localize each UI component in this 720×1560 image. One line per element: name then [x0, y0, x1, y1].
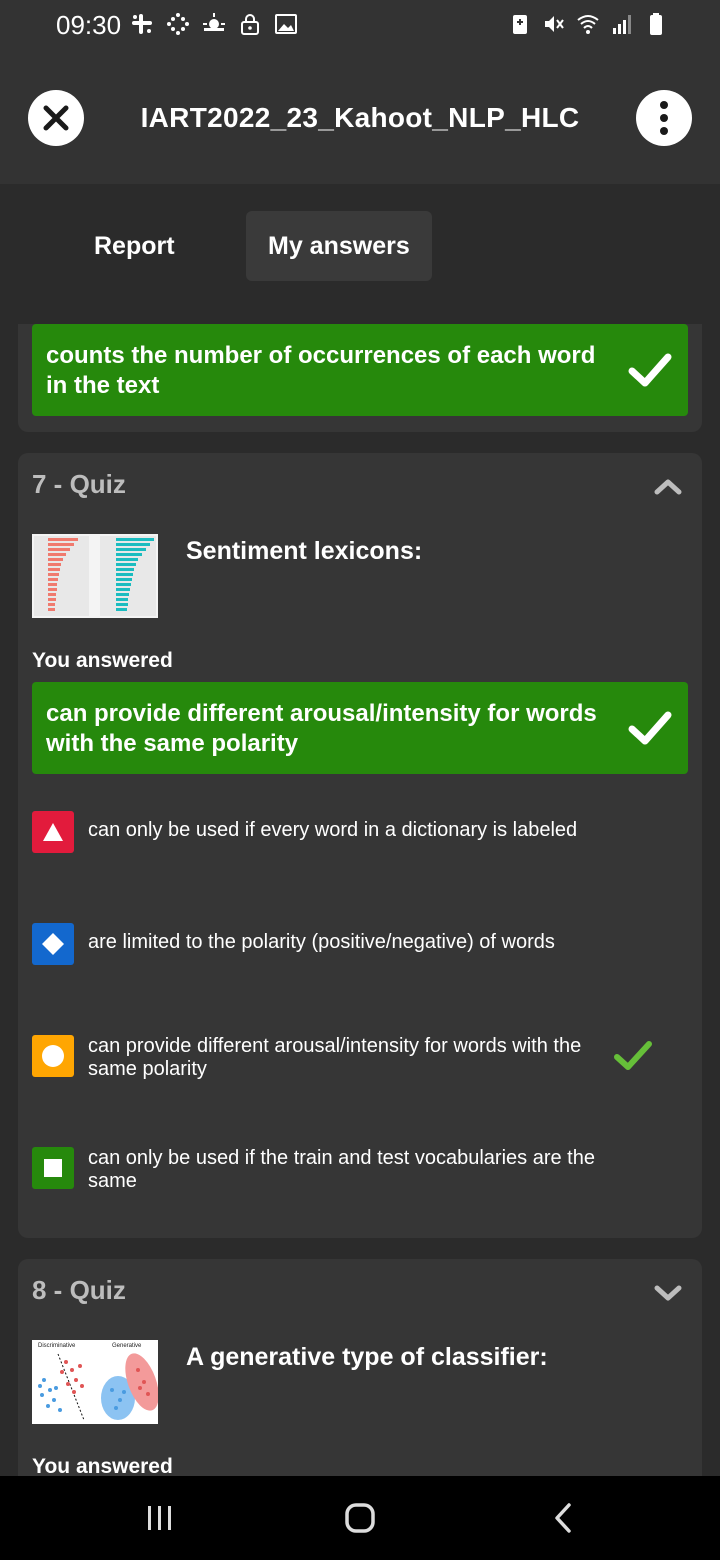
chevron-down-icon[interactable] — [654, 1279, 682, 1307]
answer-option-circle: can provide different arousal/intensity … — [32, 1035, 682, 1085]
weather-icon — [203, 13, 225, 31]
tab-report[interactable]: Report — [72, 211, 197, 281]
page-title: IART2022_23_Kahoot_NLP_HLC — [140, 102, 580, 133]
back-icon[interactable] — [544, 1498, 584, 1538]
your-answer-text: can provide different arousal/intensity … — [46, 700, 597, 757]
status-bar: 09:30 — [0, 0, 720, 52]
wifi-icon — [577, 15, 599, 34]
thumb-label-discriminative: Discriminative — [38, 1343, 76, 1349]
triangle-icon — [32, 811, 74, 853]
quiz-header: 8 - Quiz — [32, 1275, 126, 1305]
tabs-bar: Report My answers — [0, 184, 720, 324]
classifier-diagram-thumbnail: Discriminative Generative — [32, 1340, 158, 1424]
status-right-icons — [508, 12, 668, 36]
more-vertical-icon — [660, 101, 668, 135]
answer-option-triangle: can only be used if every word in a dict… — [32, 811, 682, 857]
home-icon[interactable] — [340, 1498, 380, 1538]
system-nav-bar — [0, 1476, 720, 1560]
quiz-header: 7 - Quiz — [32, 469, 126, 499]
question-text: A generative type of classifier: — [186, 1343, 548, 1371]
slack-icon — [132, 14, 152, 34]
question-text: Sentiment lexicons: — [186, 537, 423, 565]
quiz-card-previous: counts the number of occurrences of each… — [18, 324, 702, 432]
battery-saver-icon — [513, 15, 527, 34]
signal-icon — [613, 15, 631, 34]
tab-my-answers[interactable]: My answers — [246, 211, 432, 281]
more-options-button[interactable] — [636, 90, 692, 146]
question-thumbnail: Discriminative Generative — [32, 1340, 158, 1424]
answer-option-square: can only be used if the train and test v… — [32, 1147, 682, 1197]
answers-list[interactable]: counts the number of occurrences of each… — [0, 324, 720, 1476]
option-text: are limited to the polarity (positive/ne… — [88, 931, 555, 953]
recent-apps-icon[interactable] — [140, 1498, 180, 1538]
your-answer-box: can provide different arousal/intensity … — [32, 682, 688, 774]
answer-option-diamond: are limited to the polarity (positive/ne… — [32, 923, 682, 969]
option-text: can provide different arousal/intensity … — [88, 1035, 582, 1080]
option-text: can only be used if every word in a dict… — [88, 819, 578, 841]
lock-icon — [241, 14, 259, 35]
option-text: can only be used if the train and test v… — [88, 1147, 595, 1192]
mute-icon — [545, 16, 564, 32]
battery-icon — [650, 13, 662, 35]
correct-check-icon — [614, 1041, 652, 1070]
status-time: 09:30 — [56, 10, 122, 40]
app-header: IART2022_23_Kahoot_NLP_HLC — [0, 52, 720, 184]
status-left-icons — [130, 12, 298, 36]
circle-icon — [32, 1035, 74, 1077]
you-answered-label: You answered — [32, 649, 173, 672]
correct-check-icon — [628, 711, 672, 745]
quiz-card-8: 8 - Quiz Discriminative Generative A gen… — [18, 1259, 702, 1476]
chevron-up-icon[interactable] — [654, 473, 682, 501]
thumb-label-generative: Generative — [112, 1343, 142, 1349]
you-answered-label: You answered — [32, 1455, 173, 1476]
quiz-card-7: 7 - Quiz Sentiment lexicons: You answere… — [18, 453, 702, 1238]
your-answer-box: counts the number of occurrences of each… — [32, 324, 688, 416]
image-icon — [275, 14, 297, 34]
sentiment-chart-thumbnail — [32, 534, 158, 618]
question-thumbnail — [32, 534, 158, 618]
your-answer-text: counts the number of occurrences of each… — [46, 342, 596, 399]
correct-check-icon — [628, 353, 672, 387]
diamond-icon — [32, 923, 74, 965]
square-icon — [32, 1147, 74, 1189]
grid-icon — [167, 13, 189, 35]
